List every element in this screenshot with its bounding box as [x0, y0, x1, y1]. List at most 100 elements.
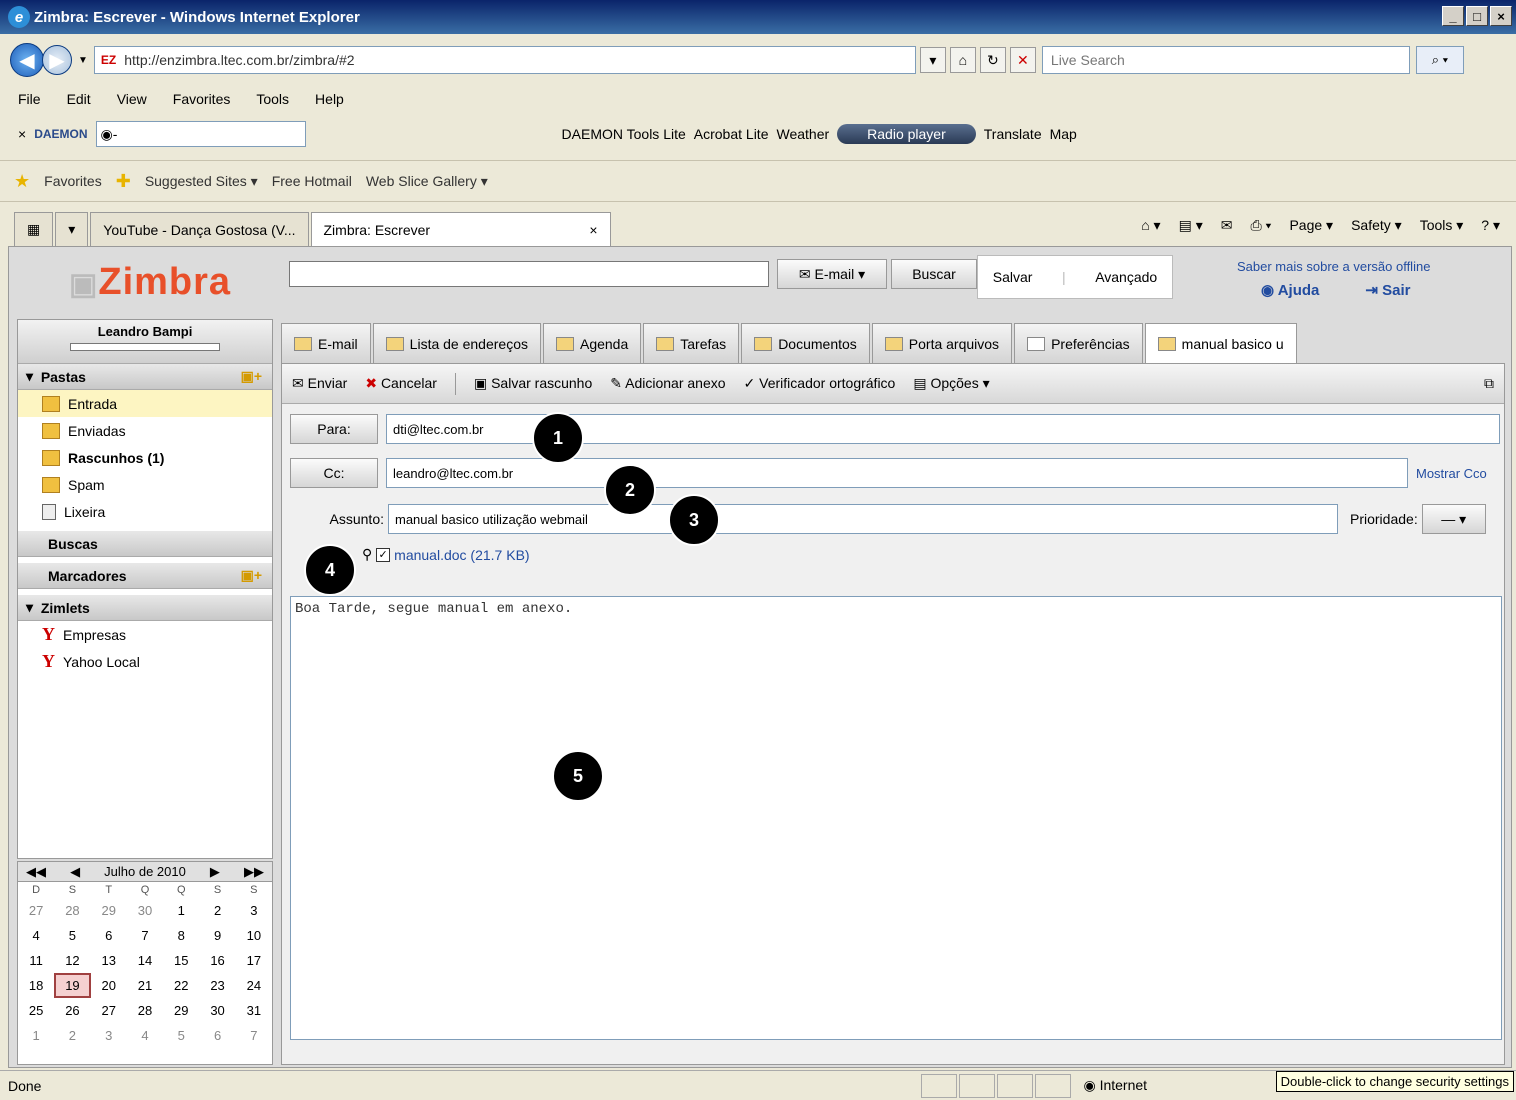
tab-close-icon[interactable]: ×	[589, 222, 597, 238]
search-icon[interactable]: ⌕ ▾	[1415, 46, 1464, 74]
calendar-day[interactable]: 8	[163, 923, 199, 948]
folder-drafts[interactable]: Rascunhos (1)	[18, 444, 272, 471]
calendar-day[interactable]: 2	[54, 1023, 90, 1048]
next-month-icon[interactable]: ▶	[210, 864, 220, 880]
message-body[interactable]: Boa Tarde, segue manual em anexo.	[290, 596, 1502, 1040]
help-link[interactable]: ◉ Ajuda	[1261, 281, 1319, 299]
calendar-day[interactable]: 20	[91, 973, 127, 998]
show-bcc-link[interactable]: Mostrar Cco	[1416, 466, 1487, 481]
calendar-day[interactable]: 10	[236, 923, 272, 948]
tab-briefcase[interactable]: Porta arquivos	[871, 323, 1013, 363]
menu-tools[interactable]: Tools	[256, 91, 289, 107]
cc-field[interactable]: leandro@ltec.com.br	[386, 458, 1408, 488]
web-slice-gallery-link[interactable]: Web Slice Gallery ▾	[366, 173, 488, 190]
folders-header[interactable]: ▾ Pastas ▣+	[18, 364, 272, 390]
attachment-link[interactable]: manual.doc (21.7 KB)	[394, 547, 529, 563]
suggested-sites-link[interactable]: Suggested Sites ▾	[145, 173, 258, 190]
tab-documents[interactable]: Documentos	[741, 323, 870, 363]
tab-calendar[interactable]: Agenda	[542, 323, 642, 363]
daemon-search-input[interactable]: ◉-	[95, 121, 306, 147]
subject-field[interactable]: manual basico utilização webmail	[388, 504, 1338, 534]
page-menu[interactable]: Page ▾	[1289, 217, 1333, 234]
calendar-day[interactable]: 30	[127, 898, 163, 923]
zimbra-search-input[interactable]	[289, 261, 769, 287]
address-input[interactable]: EZ http://enzimbra.ltec.com.br/zimbra/#2	[93, 46, 916, 74]
quick-tabs-icon[interactable]: ▦	[14, 212, 54, 246]
cancel-button[interactable]: ✖ Cancelar	[365, 375, 437, 392]
back-button[interactable]: ◀	[10, 43, 44, 77]
calendar-day[interactable]: 22	[163, 973, 199, 998]
spellcheck-button[interactable]: ✓ Verificador ortográfico	[744, 375, 896, 392]
calendar-day[interactable]: 1	[18, 1023, 54, 1048]
tab-compose[interactable]: manual basico u	[1144, 323, 1297, 363]
calendar-day[interactable]: 3	[236, 898, 272, 923]
calendar-day[interactable]: 2	[199, 898, 235, 923]
save-draft-button[interactable]: ▣ Salvar rascunho	[474, 375, 592, 392]
folder-spam[interactable]: Spam	[18, 471, 272, 498]
mail-icon[interactable]: ✉	[1221, 217, 1233, 234]
history-dropdown-icon[interactable]: ▼	[78, 55, 88, 66]
calendar-day[interactable]: 29	[91, 898, 127, 923]
zimlets-header[interactable]: ▾ Zimlets	[18, 595, 272, 621]
tab-email[interactable]: E-mail	[281, 323, 371, 363]
menu-view[interactable]: View	[117, 91, 147, 107]
folder-inbox[interactable]: Entrada	[18, 390, 272, 417]
cc-button[interactable]: Cc:	[290, 458, 378, 488]
calendar-day[interactable]: 7	[236, 1023, 272, 1048]
folder-trash[interactable]: Lixeira	[18, 498, 272, 525]
calendar-day[interactable]: 19	[54, 973, 91, 998]
menu-help[interactable]: Help	[315, 91, 344, 107]
advanced-search-link[interactable]: Avançado	[1095, 269, 1157, 285]
tab-youtube[interactable]: YouTube - Dança Gostosa (V...	[90, 212, 309, 246]
tab-contacts[interactable]: Lista de endereços	[372, 323, 541, 363]
calendar-day[interactable]: 21	[127, 973, 163, 998]
map-link[interactable]: Map	[1050, 126, 1077, 142]
add-favorite-icon[interactable]: ✚	[116, 171, 131, 192]
daemon-tools-lite-link[interactable]: DAEMON Tools Lite	[562, 126, 686, 142]
searches-header[interactable]: Buscas	[18, 531, 272, 557]
detach-compose-icon[interactable]: ⧉	[1484, 375, 1494, 392]
zimlet-yahoo-local[interactable]: Y Yahoo Local	[18, 648, 272, 675]
favorites-star-icon[interactable]: ★	[14, 171, 30, 192]
calendar-day[interactable]: 11	[18, 948, 54, 973]
calendar-day[interactable]: 25	[18, 998, 54, 1023]
tab-zimbra[interactable]: Zimbra: Escrever ×	[310, 212, 611, 246]
calendar-day[interactable]: 31	[236, 998, 272, 1023]
offline-link[interactable]: Saber mais sobre a versão offline	[1237, 259, 1430, 274]
minimize-button[interactable]: _	[1442, 6, 1464, 26]
safety-menu[interactable]: Safety ▾	[1351, 217, 1402, 234]
to-button[interactable]: Para:	[290, 414, 378, 444]
calendar-day[interactable]: 17	[236, 948, 272, 973]
calendar-day[interactable]: 1	[163, 898, 199, 923]
refresh-icon[interactable]: ↻	[979, 47, 1006, 73]
radio-player-button[interactable]: Radio player	[837, 124, 976, 144]
compatibility-icon[interactable]: ⌂	[949, 47, 976, 73]
calendar-day[interactable]: 23	[199, 973, 235, 998]
tab-list-icon[interactable]: ▾	[55, 212, 89, 246]
tags-header[interactable]: Marcadores ▣+	[18, 563, 272, 589]
tab-preferences[interactable]: Preferências	[1014, 323, 1143, 363]
address-dropdown-icon[interactable]: ▾	[919, 47, 946, 73]
calendar-day[interactable]: 30	[199, 998, 235, 1023]
search-button[interactable]: Buscar	[891, 259, 977, 289]
new-folder-icon[interactable]: ▣+	[241, 368, 262, 385]
close-button[interactable]: ×	[1490, 6, 1512, 26]
feeds-icon[interactable]: ▤ ▾	[1179, 217, 1203, 234]
maximize-button[interactable]: □	[1466, 6, 1488, 26]
calendar-day[interactable]: 12	[54, 948, 90, 973]
translate-link[interactable]: Translate	[984, 126, 1042, 142]
calendar-day[interactable]: 4	[127, 1023, 163, 1048]
calendar-day[interactable]: 27	[91, 998, 127, 1023]
calendar-day[interactable]: 26	[54, 998, 90, 1023]
next-year-icon[interactable]: ▶▶	[244, 864, 264, 880]
folder-sent[interactable]: Enviadas	[18, 417, 272, 444]
calendar-day[interactable]: 6	[91, 923, 127, 948]
calendar-day[interactable]: 29	[163, 998, 199, 1023]
menu-favorites[interactable]: Favorites	[173, 91, 231, 107]
help-icon[interactable]: ? ▾	[1481, 217, 1500, 234]
stop-icon[interactable]: ✕	[1009, 47, 1036, 73]
print-icon[interactable]: ⎙ ▾	[1250, 217, 1271, 234]
calendar-day[interactable]: 5	[54, 923, 90, 948]
security-zone[interactable]: ◉ Internet	[1073, 1077, 1213, 1094]
tab-tasks[interactable]: Tarefas	[643, 323, 740, 363]
